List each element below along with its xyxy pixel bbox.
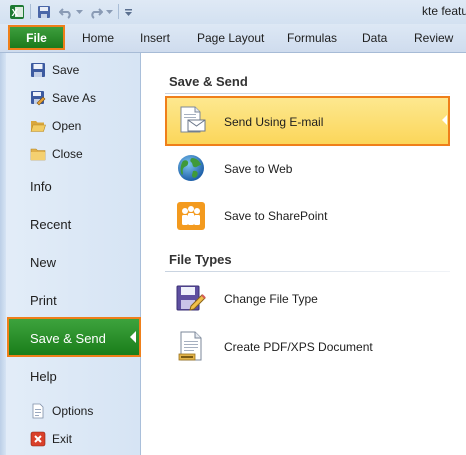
tab-home[interactable]: Home xyxy=(82,31,114,45)
nav-open-label: Open xyxy=(52,119,82,133)
exit-icon xyxy=(30,431,46,447)
save-as-icon xyxy=(30,90,46,106)
customize-toolbar-icon[interactable] xyxy=(122,4,134,20)
separator xyxy=(118,4,119,19)
email-icon xyxy=(175,104,207,136)
tab-formulas[interactable]: Formulas xyxy=(287,31,337,45)
undo-dropdown-icon[interactable] xyxy=(74,4,84,20)
tab-insert[interactable]: Insert xyxy=(140,31,170,45)
create-pdf-xps-label: Create PDF/XPS Document xyxy=(224,340,373,354)
save-send-heading: Save & Send xyxy=(169,74,248,89)
selection-pointer-icon xyxy=(442,115,447,125)
selection-pointer-icon xyxy=(130,331,136,343)
nav-print[interactable]: Print xyxy=(30,293,57,308)
file-tab-label: File xyxy=(26,30,47,45)
nav-close-label: Close xyxy=(52,147,83,161)
excel-logo-icon[interactable]: X xyxy=(8,4,26,20)
title-bar: X kte featu xyxy=(0,0,466,24)
change-file-type-label: Change File Type xyxy=(224,292,318,306)
save-to-sharepoint-label: Save to SharePoint xyxy=(224,209,328,223)
svg-text:X: X xyxy=(12,8,19,19)
redo-dropdown-icon[interactable] xyxy=(104,4,114,20)
window-title: kte featu xyxy=(422,4,466,18)
save-to-web-label: Save to Web xyxy=(224,162,293,176)
tab-review[interactable]: Review xyxy=(414,31,453,45)
divider xyxy=(165,93,450,94)
change-file-type-icon xyxy=(175,282,207,314)
undo-icon[interactable] xyxy=(58,4,74,20)
nav-recent[interactable]: Recent xyxy=(30,217,71,232)
close-folder-icon xyxy=(30,146,46,162)
nav-save-label: Save xyxy=(52,63,80,77)
pdf-xps-icon xyxy=(175,330,207,362)
send-using-email-label: Send Using E-mail xyxy=(224,115,324,129)
save-icon xyxy=(30,62,46,78)
sharepoint-icon xyxy=(175,200,207,232)
redo-icon[interactable] xyxy=(88,4,104,20)
file-tab[interactable]: File xyxy=(8,25,65,50)
open-folder-icon xyxy=(30,118,46,134)
nav-new[interactable]: New xyxy=(30,255,56,270)
divider xyxy=(165,271,450,272)
nav-help[interactable]: Help xyxy=(30,369,57,384)
globe-icon xyxy=(175,152,207,184)
nav-save-and-send-label: Save & Send xyxy=(30,331,106,346)
quick-save-icon[interactable] xyxy=(36,4,52,20)
separator xyxy=(30,4,31,19)
tab-page-layout[interactable]: Page Layout xyxy=(197,31,264,45)
nav-info[interactable]: Info xyxy=(30,179,52,194)
nav-save-as-label: Save As xyxy=(52,91,97,105)
nav-edge xyxy=(0,53,6,455)
file-types-heading: File Types xyxy=(169,252,232,267)
backstage-nav xyxy=(0,53,141,455)
nav-options-label: Options xyxy=(52,404,94,418)
tab-data[interactable]: Data xyxy=(362,31,387,45)
options-icon xyxy=(30,403,46,419)
nav-exit-label: Exit xyxy=(52,432,73,446)
